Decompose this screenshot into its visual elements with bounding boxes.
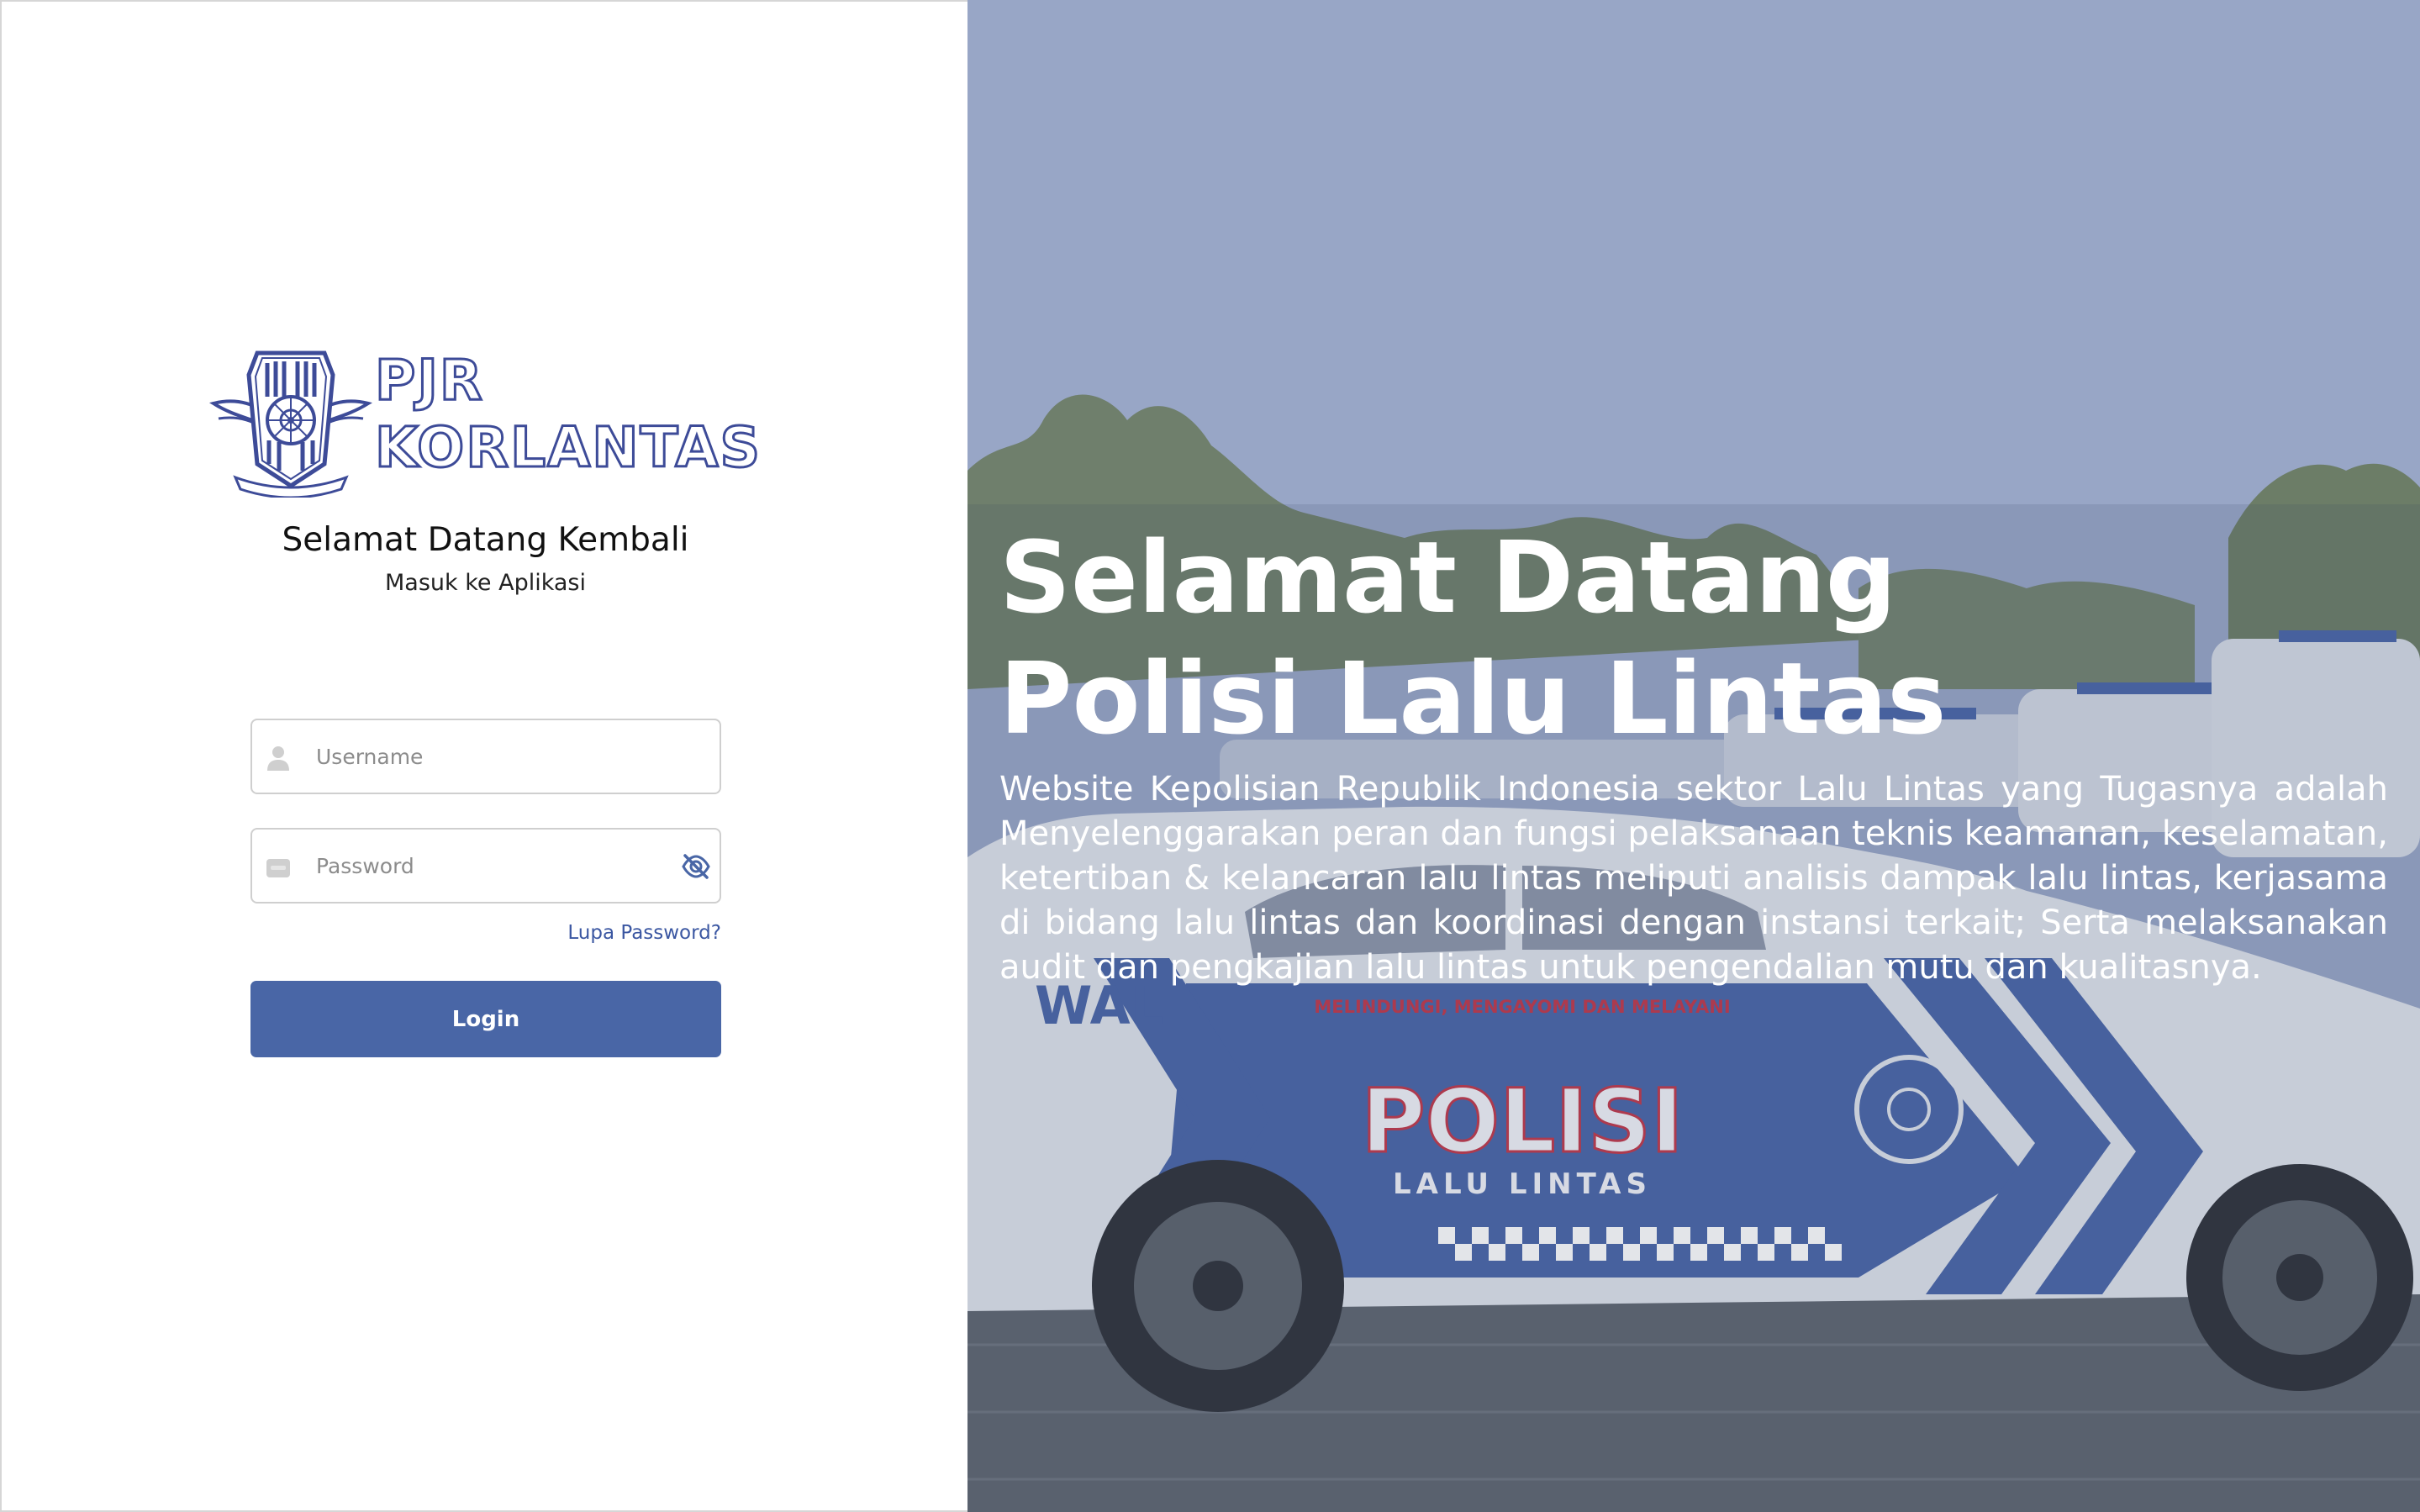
hero-title: Selamat Datang Polisi Lalu Lintas — [999, 517, 2378, 759]
hero-panel: POLISI LALU LINTAS MELINDUNGI, MENGAYOMI… — [967, 0, 2420, 1512]
login-button[interactable]: Login — [250, 981, 721, 1057]
eye-off-icon[interactable] — [681, 853, 711, 880]
police-emblem-icon — [208, 350, 373, 498]
username-field[interactable] — [250, 719, 721, 794]
key-icon — [266, 859, 290, 877]
user-icon — [267, 746, 289, 771]
username-input[interactable] — [316, 720, 652, 793]
login-panel: PJR KORLANTAS Selamat Datang Kembali Mas… — [0, 0, 967, 1512]
welcome-subtitle: Masuk ke Aplikasi — [385, 570, 586, 596]
hero-title-line1: Selamat Datang — [999, 519, 1897, 635]
forgot-password-link[interactable]: Lupa Password? — [506, 922, 721, 944]
hero-title-line2: Polisi Lalu Lintas — [999, 640, 1947, 756]
password-input[interactable] — [316, 830, 652, 902]
password-field[interactable] — [250, 828, 721, 904]
app-logo: PJR KORLANTAS — [207, 338, 770, 498]
logo-text-pjr: PJR — [374, 347, 484, 414]
hero-description: Website Kepolisian Republik Indonesia se… — [999, 770, 2388, 987]
welcome-title: Selamat Datang Kembali — [282, 521, 689, 559]
logo-text-korlantas: KORLANTAS — [374, 414, 762, 482]
